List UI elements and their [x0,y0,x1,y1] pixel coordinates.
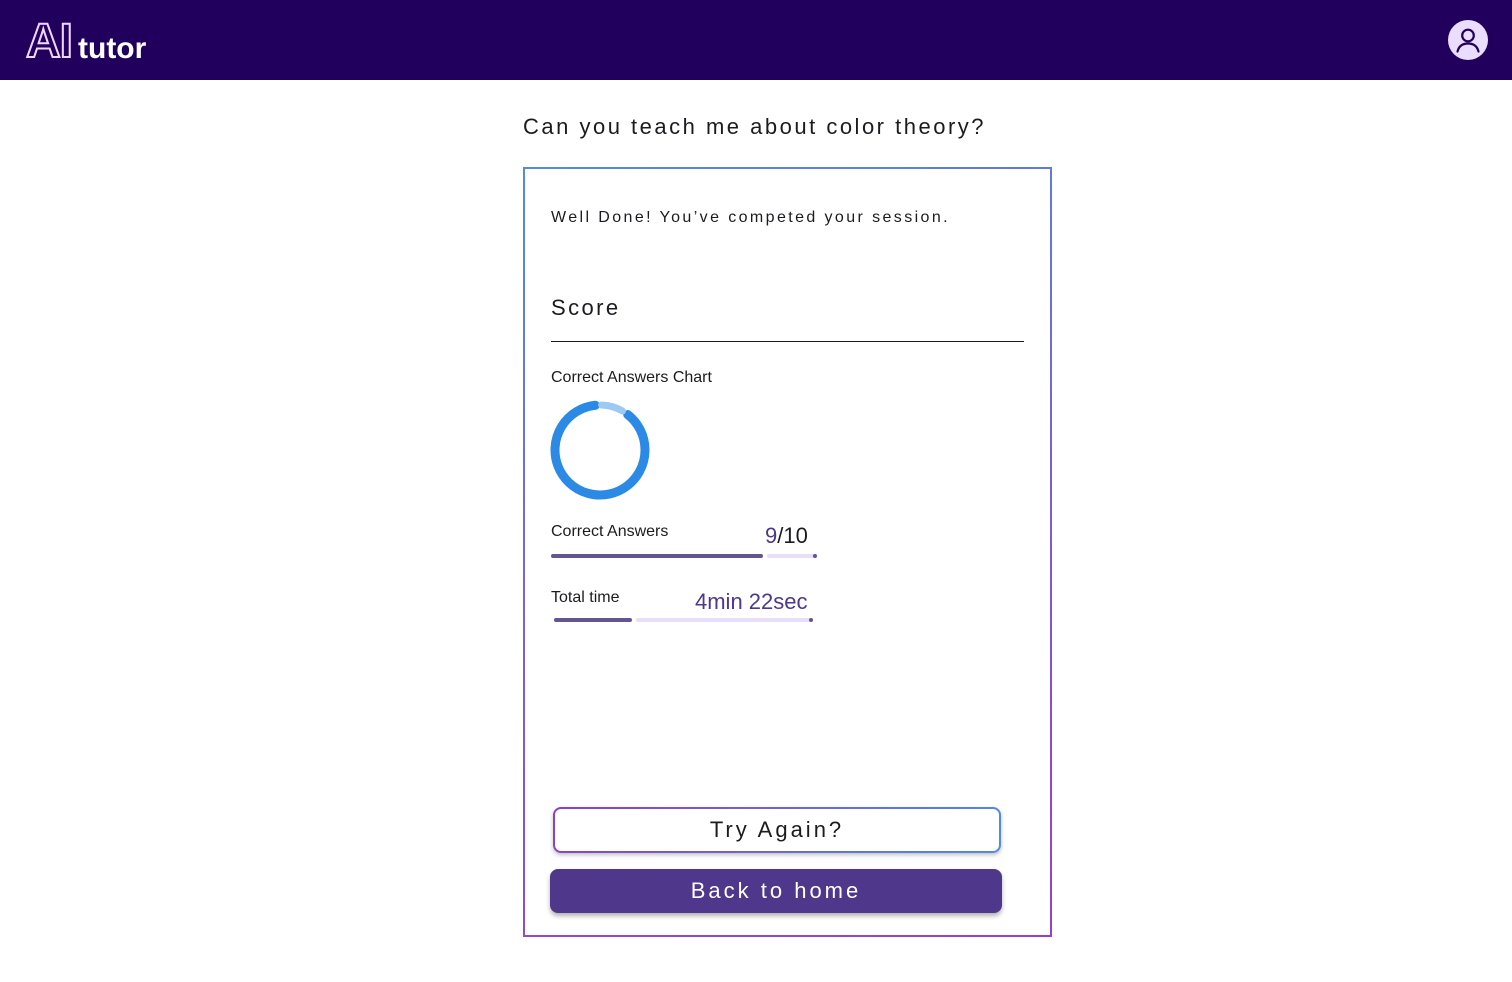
correct-answers-progress [551,554,819,558]
correct-answers-progress-track [767,554,817,558]
top-app-bar: AI tutor [0,0,1512,80]
total-time-progress [554,618,814,622]
back-to-home-button[interactable]: Back to home [550,869,1002,913]
logo-tutor-text: tutor [78,32,147,65]
total-time-progress-fill [554,618,632,622]
correct-answers-progress-stop [813,554,817,558]
donut-segment-correct [550,400,650,500]
total-time-progress-track [636,618,811,622]
chart-label: Correct Answers Chart [551,369,712,386]
correct-answers-label: Correct Answers [551,523,669,540]
donut-segment-incorrect [598,401,626,415]
correct-answers-donut-chart [550,400,650,500]
page-title: Can you teach me about color theory? [523,114,987,139]
score-divider [551,341,1024,342]
app-logo[interactable]: AI tutor [25,14,147,68]
correct-answers-total: /10 [777,523,808,548]
try-again-button[interactable]: Try Again? [553,807,1001,853]
correct-answers-progress-fill [551,554,763,558]
completion-message: Well Done! You’ve competed your session. [551,209,950,226]
total-time-value: 4min 22sec [695,589,808,614]
correct-answers-value: 9/10 [765,523,808,549]
account-circle-icon[interactable] [1448,20,1488,60]
total-time-progress-stop [809,618,813,622]
score-heading: Score [551,295,621,320]
correct-answers-count: 9 [765,523,778,548]
logo-ai-text: AI [25,15,74,68]
total-time-label: Total time [551,589,620,606]
session-result-card: Well Done! You’ve competed your session.… [523,167,1052,937]
